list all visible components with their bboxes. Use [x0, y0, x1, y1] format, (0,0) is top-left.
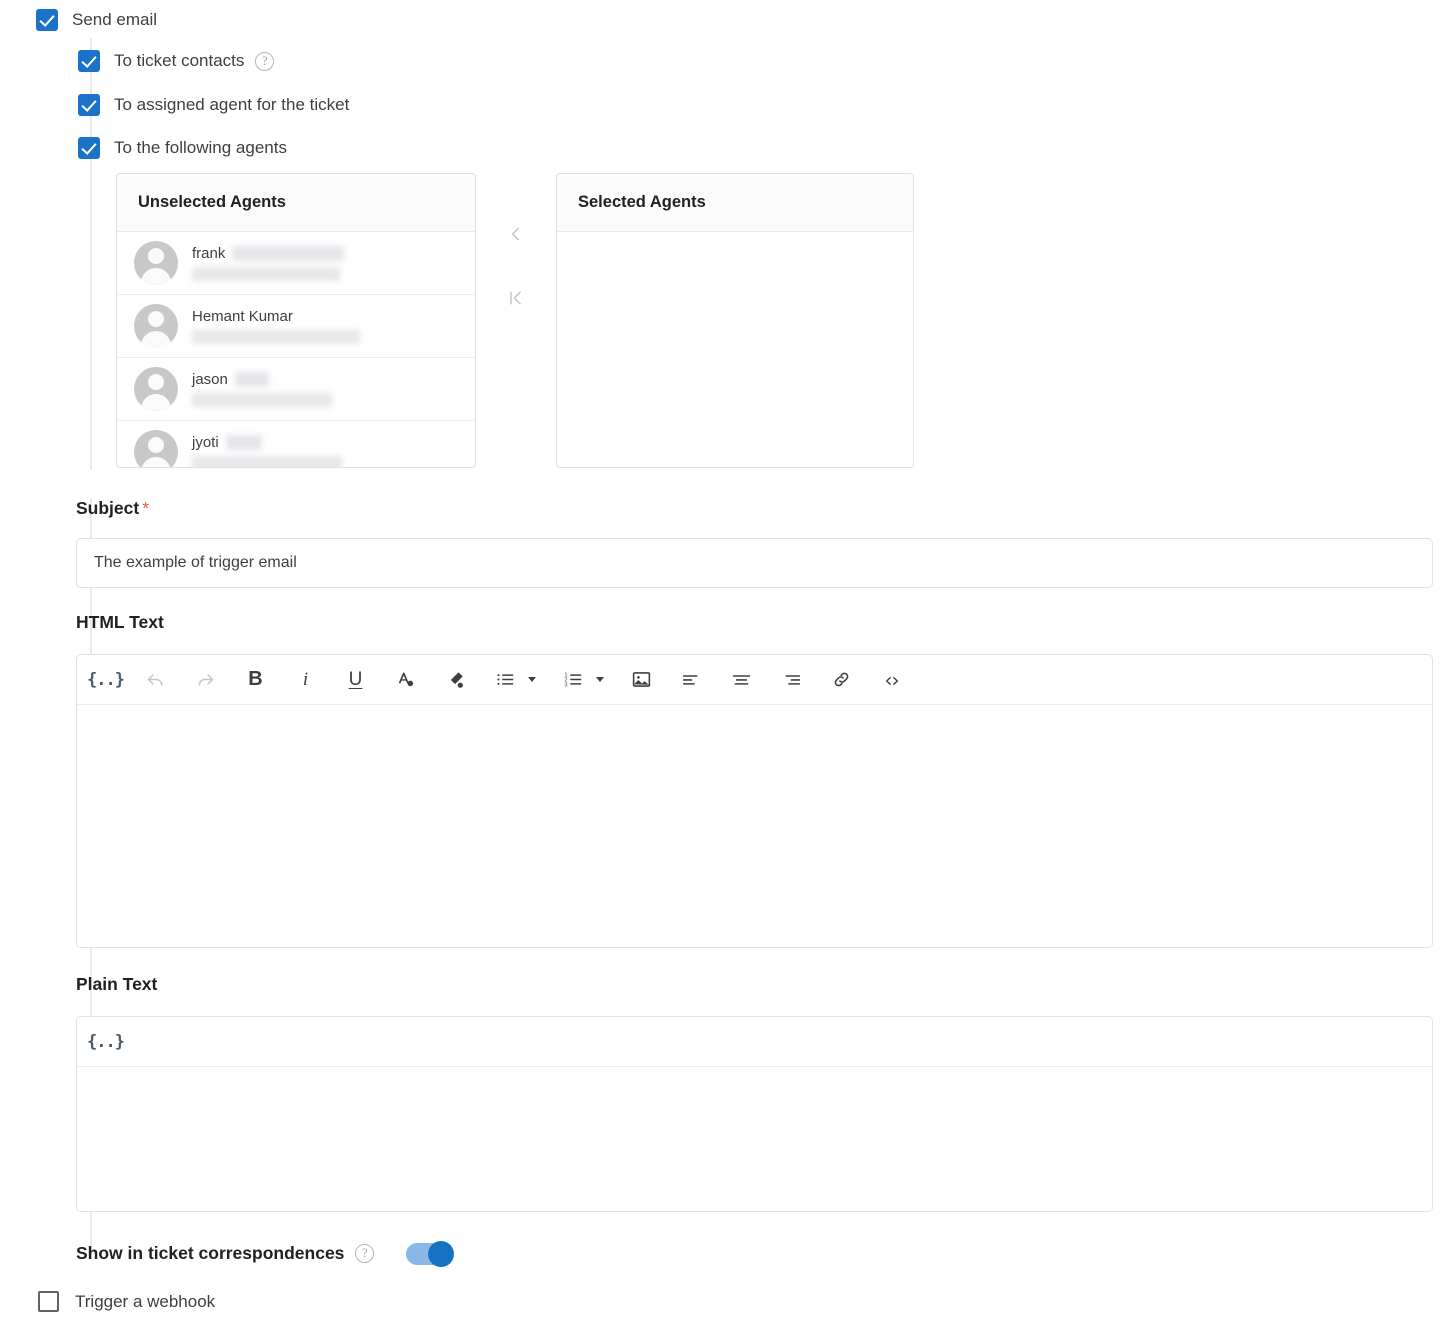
agent-email-redacted: [192, 267, 340, 281]
html-text-label: HTML Text: [76, 612, 164, 632]
agent-email-redacted: [192, 393, 332, 407]
send-email-label: Send email: [72, 10, 158, 29]
agent-list-item[interactable]: jason: [117, 358, 475, 421]
avatar: [134, 304, 178, 348]
send-email-checkbox-row[interactable]: Send email: [36, 9, 157, 31]
subject-label-text: Subject: [76, 498, 140, 518]
bulleted-list-dropdown-icon[interactable]: [525, 665, 539, 695]
show-in-correspondences-row: Show in ticket correspondences ?: [76, 1243, 375, 1264]
unselected-agents-title: Unselected Agents: [117, 174, 475, 232]
unselected-agents-list[interactable]: frank Hemant Kumar jason jyoti: [117, 232, 475, 467]
to-ticket-contacts-label: To ticket contacts: [114, 51, 245, 70]
align-right-icon[interactable]: [779, 665, 804, 695]
agent-name: jyoti: [192, 434, 342, 451]
placeholder-icon[interactable]: {..}: [87, 665, 125, 695]
selected-agents-list[interactable]: [557, 232, 913, 467]
svg-text:3: 3: [564, 683, 567, 689]
placeholder-icon-glyph: {..}: [87, 669, 125, 690]
align-center-icon[interactable]: [729, 665, 754, 695]
agent-list-item[interactable]: Hemant Kumar: [117, 295, 475, 358]
highlight-color-icon[interactable]: [443, 665, 468, 695]
agent-list-item[interactable]: jyoti: [117, 421, 475, 467]
avatar: [134, 241, 178, 285]
agent-email-redacted: [192, 456, 342, 467]
source-code-icon[interactable]: ‹›: [879, 665, 904, 695]
bulleted-list-icon[interactable]: [493, 665, 518, 695]
unselected-agents-panel: Unselected Agents frank Hemant Kumar jason…: [116, 173, 476, 468]
html-text-toolbar: {..} Bi U 1 2 3 ‹›: [77, 655, 1432, 705]
selected-agents-title: Selected Agents: [557, 174, 913, 232]
bold-icon-glyph: B: [248, 668, 263, 690]
agent-name: frank: [192, 245, 345, 262]
insert-link-icon[interactable]: [829, 665, 854, 695]
first-page-left-icon: [510, 291, 521, 305]
agent-name-redacted: [225, 435, 262, 450]
undo-icon[interactable]: [143, 665, 168, 695]
placeholder-icon[interactable]: {..}: [87, 1027, 125, 1057]
subject-input-value: The example of trigger email: [94, 554, 297, 571]
source-code-icon-glyph: ‹›: [884, 667, 900, 692]
agent-email-redacted: [192, 330, 360, 344]
avatar: [134, 367, 178, 411]
agent-name-redacted: [234, 372, 269, 387]
to-following-agents-label: To the following agents: [114, 138, 287, 157]
html-text-editor: {..} Bi U 1 2 3 ‹›: [76, 654, 1433, 948]
to-ticket-contacts-checkbox[interactable]: [78, 50, 100, 72]
to-assigned-agent-checkbox[interactable]: [78, 94, 100, 116]
show-in-correspondences-help-icon[interactable]: ?: [355, 1244, 375, 1263]
subject-input[interactable]: The example of trigger email: [76, 538, 1433, 588]
plain-text-editor-body[interactable]: [77, 1067, 1432, 1211]
italic-icon[interactable]: i: [293, 665, 318, 695]
to-following-agents-row[interactable]: To the following agents: [78, 137, 287, 159]
chevron-left-icon: [511, 227, 520, 241]
plain-text-label: Plain Text: [76, 974, 158, 994]
trigger-action-email-form: Send email To ticket contacts ? To assig…: [0, 0, 1451, 1331]
toggle-knob: [428, 1241, 454, 1267]
numbered-list-dropdown-icon[interactable]: [593, 665, 607, 695]
placeholder-icon-glyph: {..}: [87, 1031, 125, 1052]
to-ticket-contacts-row[interactable]: To ticket contacts ?: [78, 50, 275, 72]
align-left-icon[interactable]: [679, 665, 704, 695]
avatar: [134, 430, 178, 467]
plain-text-toolbar: {..}: [77, 1017, 1432, 1067]
to-following-agents-checkbox[interactable]: [78, 137, 100, 159]
show-in-correspondences-toggle[interactable]: [406, 1241, 454, 1267]
insert-image-icon[interactable]: [629, 665, 654, 695]
trigger-webhook-checkbox[interactable]: [38, 1291, 59, 1312]
show-in-correspondences-label: Show in ticket correspondences: [76, 1243, 345, 1263]
selected-agents-panel: Selected Agents: [556, 173, 914, 468]
send-email-checkbox[interactable]: [36, 9, 58, 31]
underline-icon-glyph: U: [348, 668, 363, 690]
bold-icon[interactable]: B: [243, 665, 268, 695]
italic-icon-glyph: i: [302, 668, 309, 690]
subject-required-marker: *: [142, 498, 150, 518]
agent-name: Hemant Kumar: [192, 308, 293, 325]
to-assigned-agent-label: To assigned agent for the ticket: [114, 95, 350, 114]
plain-text-editor: {..}: [76, 1016, 1433, 1212]
agent-name-redacted: [232, 246, 345, 261]
agent-name: jason: [192, 371, 332, 388]
move-all-left-button[interactable]: [506, 288, 526, 308]
numbered-list-icon[interactable]: 123: [561, 665, 586, 695]
text-color-icon[interactable]: [393, 665, 418, 695]
subject-label: Subject *: [76, 498, 149, 519]
trigger-webhook-row[interactable]: Trigger a webhook: [38, 1291, 215, 1312]
underline-icon[interactable]: U: [343, 665, 368, 695]
move-left-button[interactable]: [506, 224, 526, 244]
to-ticket-contacts-help-icon[interactable]: ?: [255, 51, 275, 71]
redo-icon[interactable]: [193, 665, 218, 695]
html-text-editor-body[interactable]: [77, 705, 1432, 947]
agent-list-item[interactable]: frank: [117, 232, 475, 295]
trigger-webhook-label: Trigger a webhook: [75, 1291, 216, 1311]
to-assigned-agent-row[interactable]: To assigned agent for the ticket: [78, 94, 349, 116]
